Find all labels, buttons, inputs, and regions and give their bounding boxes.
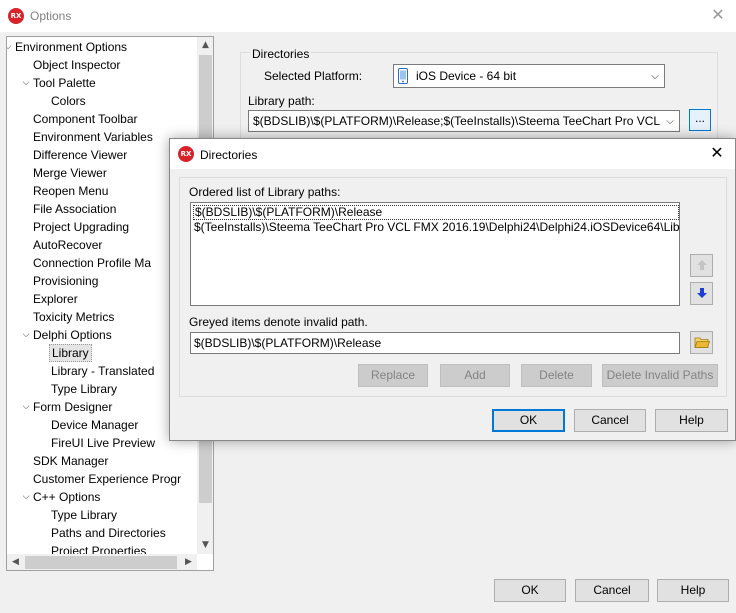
ok-button[interactable]: OK	[494, 579, 566, 602]
window-close-icon[interactable]: ✕	[710, 6, 726, 24]
expand-toggle-icon[interactable]: ⌵	[21, 74, 31, 92]
tree-item[interactable]: Reopen Menu	[33, 182, 108, 200]
help-button[interactable]: Help	[657, 579, 729, 602]
tree-item[interactable]: Device Manager	[51, 416, 138, 434]
tree-item[interactable]: Paths and Directories	[51, 524, 166, 542]
expand-toggle-icon[interactable]: ⌵	[21, 398, 31, 416]
list-item[interactable]: $(BDSLIB)\$(PLATFORM)\Release	[193, 205, 679, 220]
tree-item[interactable]: Library	[49, 344, 92, 362]
tree-item[interactable]: Customer Experience Progr	[33, 470, 181, 488]
tree-item[interactable]: Type Library	[51, 380, 117, 398]
delete-button[interactable]: Delete	[521, 364, 592, 387]
tree-item[interactable]: Difference Viewer	[33, 146, 127, 164]
tree-item[interactable]: Object Inspector	[33, 56, 120, 74]
platform-combo-content: iOS Device - 64 bit	[398, 65, 516, 87]
tree-item[interactable]: Colors	[51, 92, 86, 110]
tree-horizontal-scrollbar[interactable]: ◀ ▶	[7, 554, 197, 570]
scroll-down-icon[interactable]: ▼	[197, 537, 213, 554]
expand-toggle-icon[interactable]: ⌵	[21, 488, 31, 506]
scroll-up-icon[interactable]: ▲	[197, 37, 213, 54]
folder-icon	[693, 337, 710, 348]
tree-item[interactable]: Library - Translated	[51, 362, 154, 380]
browse-folder-button[interactable]	[690, 331, 713, 354]
expand-toggle-icon[interactable]: ⌵	[21, 326, 31, 344]
tree-item[interactable]: Project Upgrading	[33, 218, 129, 236]
tree-item[interactable]: Environment Variables	[33, 128, 153, 146]
move-down-button[interactable]	[690, 282, 713, 305]
library-path-label: Library path:	[248, 94, 315, 108]
tree-item[interactable]: AutoRecover	[33, 236, 102, 254]
library-path-value: $(BDSLIB)\$(PLATFORM)\Release;$(TeeInsta…	[253, 114, 661, 128]
list-item[interactable]: $(TeeInstalls)\Steema TeeChart Pro VCL F…	[193, 220, 680, 235]
app-logo-icon: RX	[8, 8, 24, 24]
options-titlebar: RX Options ✕	[0, 0, 736, 32]
dialog-title: Directories	[200, 148, 258, 162]
arrow-down-icon	[696, 288, 707, 298]
path-edit-field[interactable]: $(BDSLIB)\$(PLATFORM)\Release	[190, 332, 680, 354]
tree-item[interactable]: Connection Profile Ma	[33, 254, 151, 272]
selected-platform-label: Selected Platform:	[264, 69, 363, 83]
scroll-right-icon[interactable]: ▶	[180, 554, 197, 570]
scroll-thumb[interactable]	[25, 556, 177, 569]
tree-item[interactable]: SDK Manager	[33, 452, 108, 470]
library-paths-listbox[interactable]: $(BDSLIB)\$(PLATFORM)\Release $(TeeInsta…	[190, 202, 680, 306]
greyed-note: Greyed items denote invalid path.	[189, 315, 368, 329]
arrow-up-icon	[696, 260, 707, 270]
tree-item[interactable]: File Association	[33, 200, 116, 218]
tree-item[interactable]: Type Library	[51, 506, 117, 524]
app-logo-icon: RX	[178, 146, 194, 162]
window-title: Options	[30, 9, 72, 23]
tree-item[interactable]: Component Toolbar	[33, 110, 138, 128]
tree-item[interactable]: FireUI Live Preview	[51, 434, 155, 452]
tree-item[interactable]: Toxicity Metrics	[33, 308, 114, 326]
delete-invalid-paths-button[interactable]: Delete Invalid Paths	[602, 364, 718, 387]
tree-item[interactable]: Tool Palette	[33, 74, 96, 92]
dialog-help-button[interactable]: Help	[655, 409, 728, 432]
directories-dialog: RX Directories ✕ Ordered list of Library…	[169, 138, 736, 441]
list-label: Ordered list of Library paths:	[189, 185, 341, 199]
library-path-combobox[interactable]: $(BDSLIB)\$(PLATFORM)\Release;$(TeeInsta…	[248, 110, 680, 132]
tree-item[interactable]: Merge Viewer	[33, 164, 107, 182]
tree-item[interactable]: Delphi Options	[33, 326, 112, 344]
dialog-ok-button[interactable]: OK	[492, 409, 565, 432]
tree-item[interactable]: Form Designer	[33, 398, 112, 416]
platform-combobox[interactable]: iOS Device - 64 bit ⌵	[393, 64, 665, 88]
tree-item[interactable]: Environment Options	[15, 38, 127, 56]
mobile-device-icon	[398, 68, 408, 84]
dialog-cancel-button[interactable]: Cancel	[574, 409, 646, 432]
add-button[interactable]: Add	[440, 364, 510, 387]
chevron-down-icon[interactable]: ⌵	[649, 65, 661, 87]
tree-item[interactable]: C++ Options	[33, 488, 100, 506]
move-up-button[interactable]	[690, 254, 713, 277]
chevron-down-icon[interactable]: ⌵	[664, 111, 676, 131]
directories-legend: Directories	[250, 47, 312, 61]
scroll-left-icon[interactable]: ◀	[7, 554, 24, 570]
replace-button[interactable]: Replace	[358, 364, 428, 387]
platform-value: iOS Device - 64 bit	[416, 69, 517, 83]
browse-library-path-button[interactable]: ...	[689, 109, 711, 131]
dialog-titlebar: RX Directories ✕	[170, 139, 735, 169]
tree-item[interactable]: Provisioning	[33, 272, 98, 290]
cancel-button[interactable]: Cancel	[575, 579, 649, 602]
dialog-close-icon[interactable]: ✕	[709, 144, 725, 162]
expand-toggle-icon[interactable]: ⌵	[7, 38, 13, 56]
tree-item[interactable]: Explorer	[33, 290, 78, 308]
